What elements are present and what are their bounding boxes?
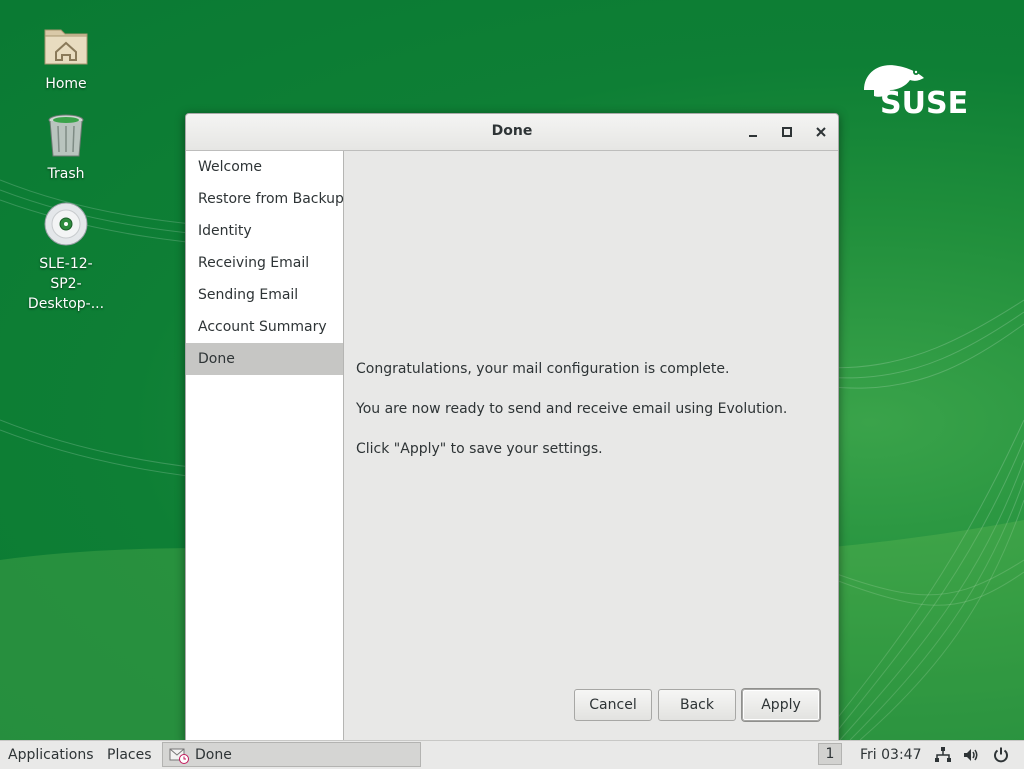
desktop-icon-label: Trash — [47, 166, 85, 182]
sidebar-item-sending-email[interactable]: Sending Email — [186, 279, 343, 311]
workspace-switcher[interactable]: 1 — [818, 743, 842, 765]
desktop-icon-trash[interactable]: Trash — [21, 112, 111, 184]
congratulations-text: Congratulations, your mail configuration… — [356, 361, 730, 377]
sidebar-item-receiving-email[interactable]: Receiving Email — [186, 247, 343, 279]
power-icon[interactable] — [992, 746, 1010, 764]
evolution-setup-window: Done Welcome Restore from Backup Identit… — [185, 113, 839, 743]
network-icon[interactable] — [934, 746, 952, 764]
sidebar-item-account-summary[interactable]: Account Summary — [186, 311, 343, 343]
sidebar-item-identity[interactable]: Identity — [186, 215, 343, 247]
minimize-button[interactable] — [744, 123, 762, 141]
places-menu[interactable]: Places — [107, 745, 152, 765]
trash-icon — [42, 112, 90, 160]
cancel-button[interactable]: Cancel — [574, 689, 652, 721]
volume-icon[interactable] — [962, 746, 980, 764]
task-button-label: Done — [195, 746, 232, 763]
window-title: Done — [491, 123, 533, 139]
maximize-icon — [782, 127, 792, 137]
close-button[interactable] — [812, 123, 830, 141]
sidebar-item-restore[interactable]: Restore from Backup — [186, 183, 344, 215]
window-titlebar[interactable]: Done — [186, 114, 838, 151]
apply-hint-text: Click "Apply" to save your settings. — [356, 441, 603, 457]
sidebar-item-welcome[interactable]: Welcome — [186, 151, 343, 183]
task-button-done[interactable]: Done — [162, 742, 421, 767]
disc-icon — [42, 202, 90, 250]
suse-logo: SUSE — [858, 60, 980, 121]
home-folder-icon — [42, 22, 90, 70]
desktop-icon-label: Home — [45, 76, 87, 92]
clock[interactable]: Fri 03:47 — [860, 745, 921, 765]
sidebar-item-done[interactable]: Done — [186, 343, 343, 375]
desktop-icon-label: SLE-12- SP2- Desktop-... — [27, 256, 105, 312]
apply-button[interactable]: Apply — [742, 689, 820, 721]
assistant-content: Congratulations, your mail configuration… — [344, 151, 838, 742]
desktop-icon-home[interactable]: Home — [21, 22, 111, 94]
minimize-icon — [749, 135, 757, 137]
assistant-sidebar: Welcome Restore from Backup Identity Rec… — [186, 151, 344, 742]
close-icon — [816, 127, 826, 137]
evolution-mail-icon — [169, 748, 189, 764]
svg-text:SUSE: SUSE — [880, 86, 968, 120]
desktop-icon-dvd[interactable]: SLE-12- SP2- Desktop-... — [21, 202, 111, 314]
maximize-button[interactable] — [778, 123, 796, 141]
back-button[interactable]: Back — [658, 689, 736, 721]
taskbar: Applications Places Done 1 Fri 03:47 — [0, 740, 1024, 769]
ready-text: You are now ready to send and receive em… — [356, 401, 788, 417]
applications-menu[interactable]: Applications — [8, 745, 94, 765]
